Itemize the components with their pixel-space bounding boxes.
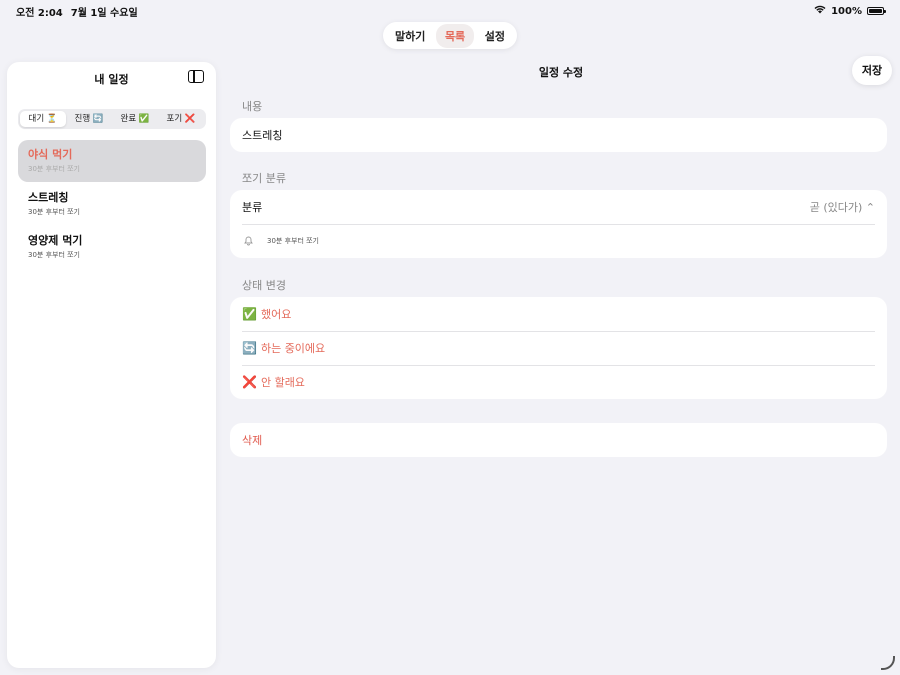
battery-icon: [867, 7, 886, 15]
list-item-subtitle: 30분 후부터 쪼기: [28, 165, 80, 173]
repeat-icon: 🔄: [242, 341, 257, 355]
page-title: 일정 수정: [538, 66, 584, 79]
category-section-label: 쪼기 분류: [242, 172, 286, 185]
reminder-row: 30분 후부터 쪼기: [230, 224, 887, 258]
status-date: 7월 1일 수요일: [70, 7, 138, 19]
filter-waiting[interactable]: 대기 ⏳: [20, 111, 66, 127]
status-option-label: 했어요: [260, 308, 292, 321]
list-item[interactable]: 스트레칭 30분 후부터 쪼기: [18, 183, 206, 225]
status-option-label: 안 할래요: [260, 376, 305, 389]
status-bar: 오전 2:04 7월 1일 수요일 100%: [0, 0, 900, 22]
content-section-label: 내용: [242, 100, 263, 113]
category-picker[interactable]: 분류 곧 (있다가) ⌃: [230, 190, 887, 224]
status-card: ✅ 했어요 🔄 하는 중이에요 ❌ 안 할래요: [230, 297, 887, 399]
status-done-button[interactable]: ✅ 했어요: [230, 297, 887, 331]
list-item-subtitle: 30분 후부터 쪼기: [28, 208, 80, 216]
resize-handle-icon[interactable]: [881, 656, 895, 670]
schedule-list: 야식 먹기 30분 후부터 쪼기 스트레칭 30분 후부터 쪼기 영양제 먹기 …: [18, 140, 206, 269]
tab-speak[interactable]: 말하기: [386, 24, 434, 48]
status-filter-segmented-control: 대기 ⏳ 진행 🔄 완료 ✅ 포기 ❌: [18, 109, 206, 129]
cross-icon: ❌: [242, 375, 257, 389]
status-option-label: 하는 중이에요: [260, 342, 326, 355]
content-card: 스트레칭: [230, 118, 887, 152]
list-item[interactable]: 야식 먹기 30분 후부터 쪼기: [18, 140, 206, 182]
reminder-text: 30분 후부터 쪼기: [267, 237, 319, 245]
list-item-name: 야식 먹기: [28, 148, 73, 161]
delete-card: 삭제: [230, 423, 887, 457]
delete-button[interactable]: 삭제: [230, 423, 887, 457]
top-tab-bar: 말하기 목록 설정: [383, 22, 517, 49]
list-item-name: 영양제 먹기: [28, 234, 83, 247]
battery-percent: 100%: [831, 5, 862, 17]
status-in-progress-button[interactable]: 🔄 하는 중이에요: [230, 331, 887, 365]
list-item-subtitle: 30분 후부터 쪼기: [28, 251, 80, 259]
sidebar: 내 일정 대기 ⏳ 진행 🔄 완료 ✅ 포기 ❌ 야식 먹기 30분 후부터 쪼…: [7, 62, 216, 668]
category-card: 분류 곧 (있다가) ⌃ 30분 후부터 쪼기: [230, 190, 887, 258]
filter-gave-up[interactable]: 포기 ❌: [158, 111, 204, 127]
tab-list[interactable]: 목록: [435, 23, 475, 48]
tab-settings[interactable]: 설정: [476, 24, 514, 48]
list-item-name: 스트레칭: [28, 191, 69, 204]
bell-icon: [242, 235, 254, 247]
category-value: 곧 (있다가) ⌃: [809, 201, 875, 214]
check-icon: ✅: [242, 307, 257, 321]
list-item[interactable]: 영양제 먹기 30분 후부터 쪼기: [18, 226, 206, 268]
category-label: 분류: [242, 201, 263, 214]
content-field[interactable]: 스트레칭: [230, 118, 887, 152]
status-section-label: 상태 변경: [242, 279, 286, 292]
status-time: 오전 2:04: [16, 7, 63, 19]
status-give-up-button[interactable]: ❌ 안 할래요: [230, 365, 887, 399]
filter-in-progress[interactable]: 진행 🔄: [66, 111, 112, 127]
wifi-icon: [814, 5, 826, 17]
sidebar-title: 내 일정: [94, 73, 129, 86]
save-button[interactable]: 저장: [852, 56, 892, 85]
sidebar-toggle-icon[interactable]: [188, 70, 204, 83]
filter-done[interactable]: 완료 ✅: [112, 111, 158, 127]
